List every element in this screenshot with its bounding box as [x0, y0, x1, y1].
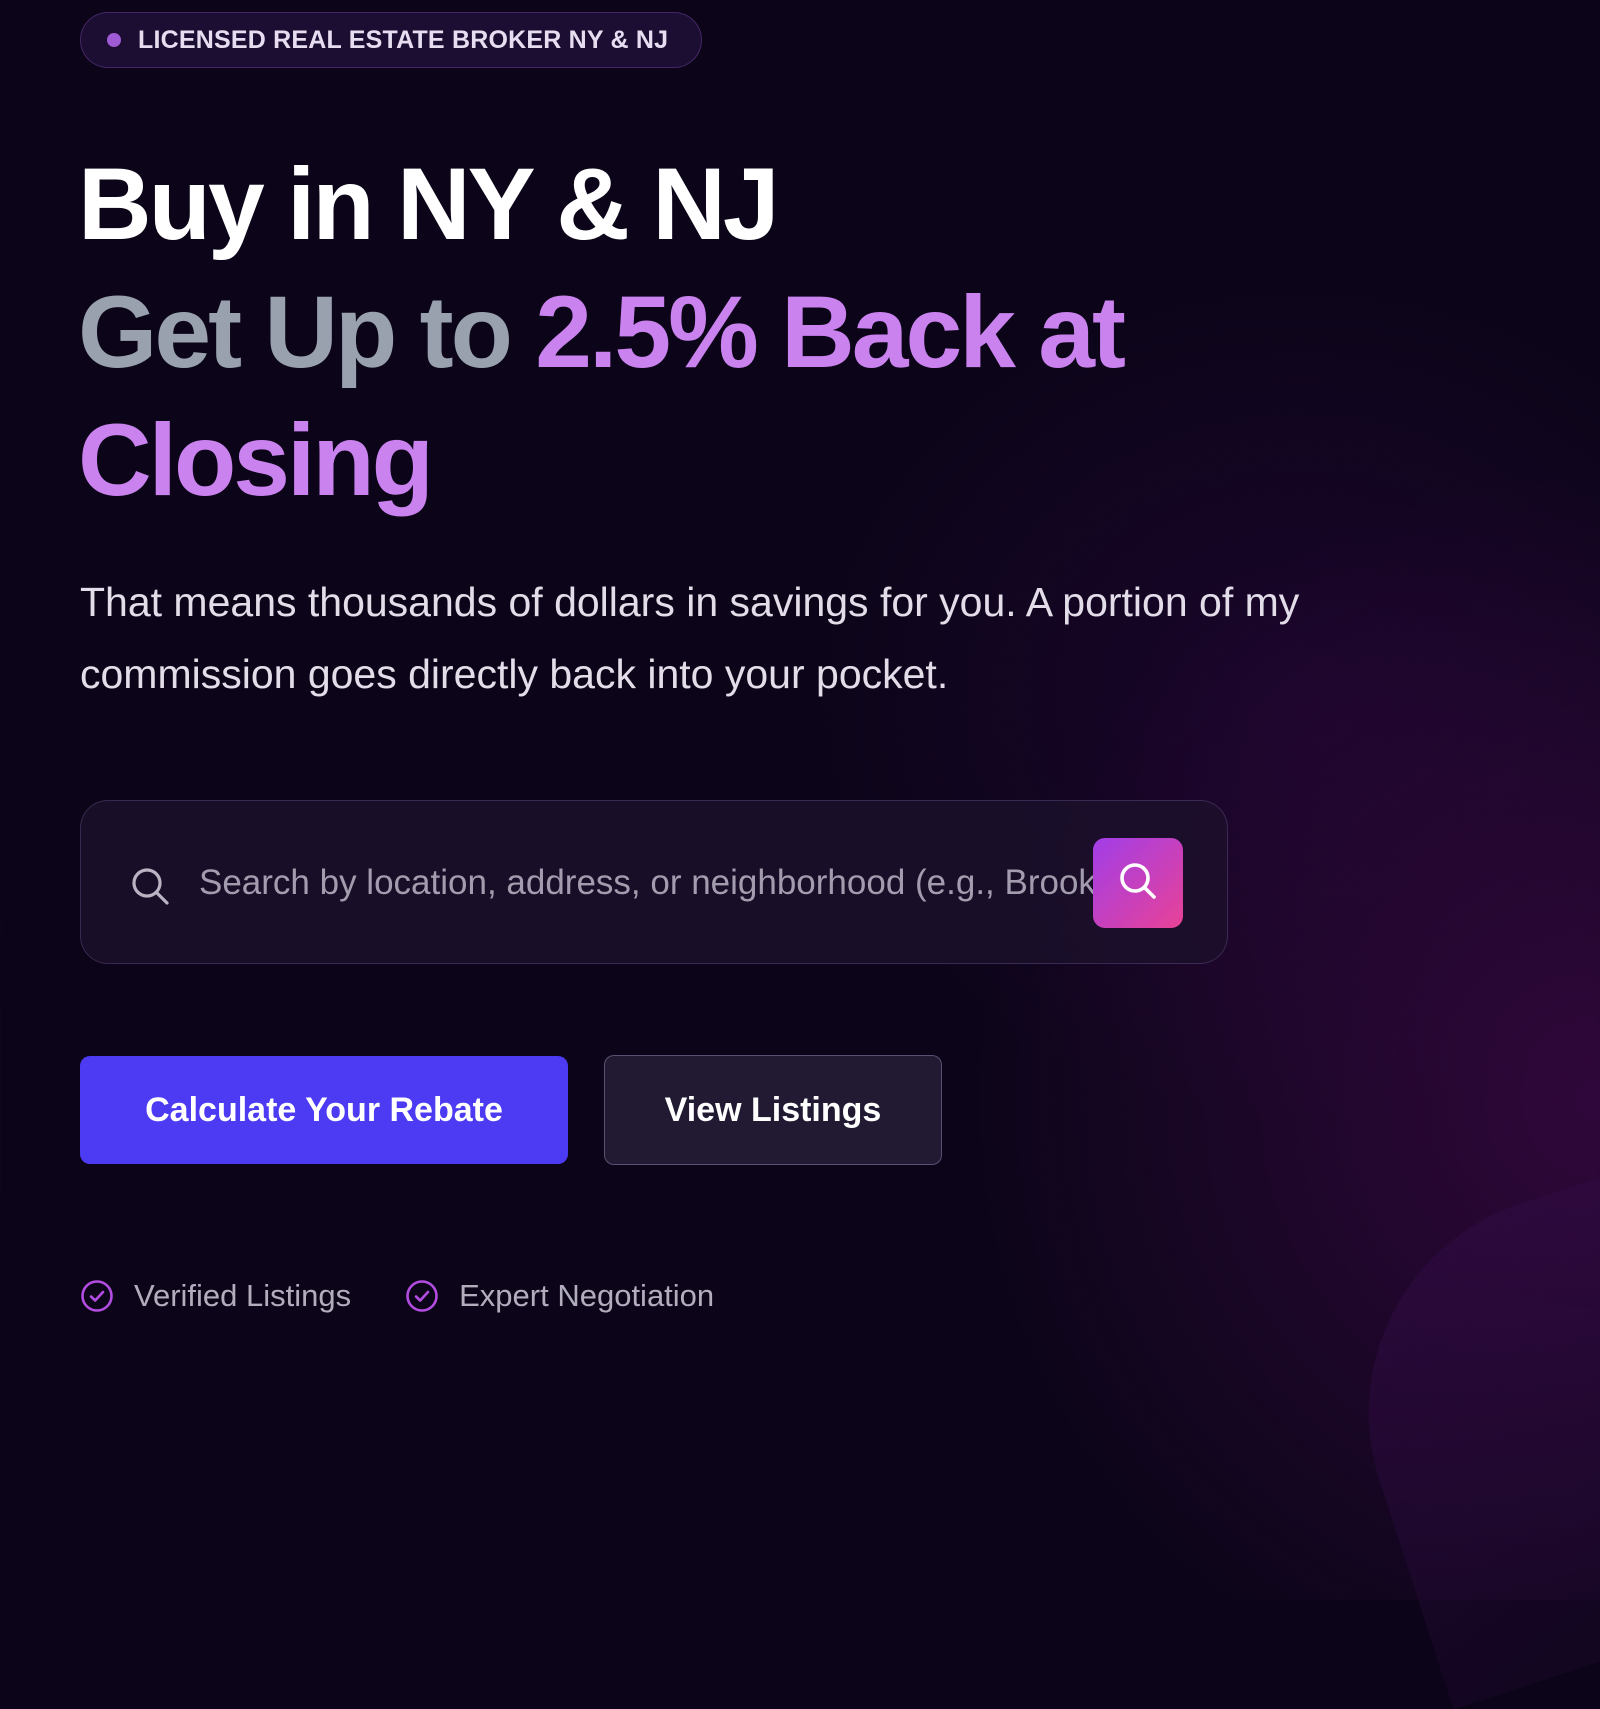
search-submit-button[interactable]: [1093, 838, 1183, 928]
search-icon: [129, 865, 171, 907]
search-bar: [80, 800, 1228, 964]
headline-line-1: Buy in NY & NJ: [78, 147, 780, 261]
feature-list: Verified Listings Expert Negotiation: [80, 1278, 768, 1314]
headline-highlight: 2.5% Back at: [535, 275, 1126, 389]
feature-item-expert-negotiation: Expert Negotiation: [405, 1278, 714, 1314]
background-glow-shape: [1311, 1110, 1600, 1709]
badge-dot: [107, 33, 121, 47]
headline-line-2: Get Up to 2.5% Back at: [78, 275, 1126, 389]
hero-headline: Buy in NY & NJ Get Up to 2.5% Back at Cl…: [78, 140, 1126, 524]
view-listings-button[interactable]: View Listings: [604, 1055, 942, 1165]
badge-text: LICENSED REAL ESTATE BROKER NY & NJ: [138, 25, 669, 54]
feature-item-verified-listings: Verified Listings: [80, 1278, 351, 1314]
feature-label: Verified Listings: [134, 1278, 352, 1313]
check-circle-icon: [80, 1279, 114, 1313]
license-badge: LICENSED REAL ESTATE BROKER NY & NJ: [80, 12, 702, 68]
headline-line-3: Closing: [78, 403, 434, 517]
check-circle-icon: [405, 1279, 439, 1313]
feature-label: Expert Negotiation: [459, 1278, 715, 1313]
search-icon: [1116, 859, 1160, 908]
calculate-rebate-button[interactable]: Calculate Your Rebate: [80, 1056, 568, 1164]
headline-prefix: Get Up to: [78, 275, 536, 389]
hero-subtext: That means thousands of dollars in savin…: [80, 579, 1300, 697]
search-input[interactable]: [199, 853, 1151, 913]
